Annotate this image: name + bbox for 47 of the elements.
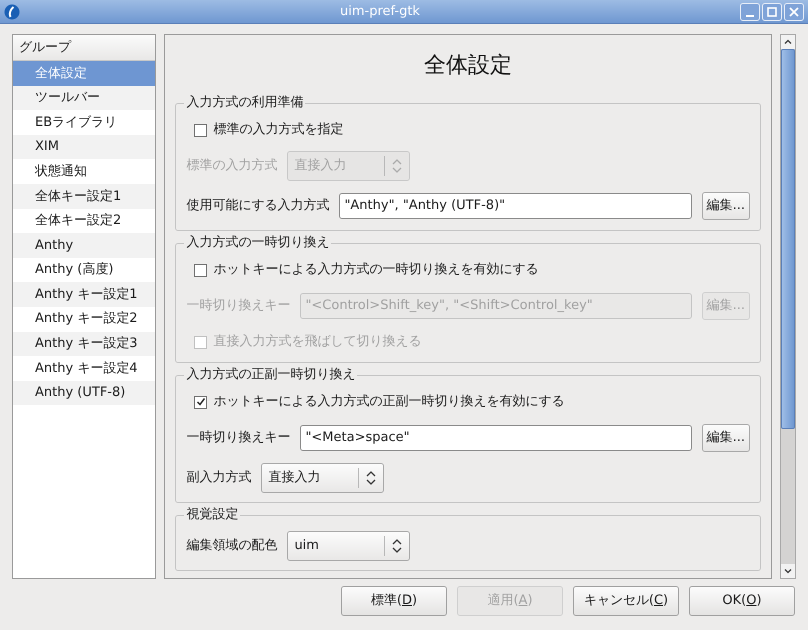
dialog-button[interactable]: OK(O) (689, 586, 795, 616)
scroll-thumb[interactable] (781, 49, 795, 429)
dialog-button[interactable]: 標準(D) (341, 586, 447, 616)
list-header: グループ (13, 35, 156, 61)
combo-box[interactable]: uim (287, 531, 410, 561)
minimize-button[interactable] (740, 2, 760, 20)
scroll-up-icon (781, 35, 795, 49)
combo-box[interactable]: 直接入力 (261, 463, 384, 493)
group-item[interactable]: Anthy キー設定1 (13, 282, 156, 307)
app-logo-icon (4, 4, 20, 20)
checkbox[interactable] (194, 396, 208, 408)
field-label: 標準の入力方式 (186, 157, 278, 176)
scrollbar[interactable] (780, 34, 796, 579)
checkbox-label: 直接入力方式を飛ばして切り換える (213, 333, 422, 352)
group-item[interactable]: XIM (13, 134, 156, 160)
close-icon (788, 6, 800, 18)
checkbox-label: 標準の入力方式を指定 (213, 121, 344, 140)
group-item[interactable]: ツールバー (13, 86, 156, 110)
combo-value: uim (293, 537, 320, 556)
combo-value: 直接入力 (267, 469, 322, 488)
page-title: 全体設定 (423, 52, 514, 80)
group-item[interactable]: Anthy (13, 233, 156, 258)
close-button[interactable] (784, 2, 804, 20)
edit-button[interactable]: 編集... (702, 192, 750, 220)
maximize-button[interactable] (762, 2, 782, 20)
field-label: 使用可能にする入力方式 (186, 197, 330, 216)
field-label: 一時切り換えキー (186, 297, 290, 316)
dialog-button[interactable]: キャンセル(C) (573, 586, 679, 616)
edit-button[interactable]: 編集... (702, 424, 750, 452)
group-item[interactable]: 全体キー設定1 (13, 184, 156, 209)
window-title: uim-pref-gtk (339, 2, 421, 21)
field-label: 編集領域の配色 (186, 537, 278, 556)
field-label: 副入力方式 (186, 469, 252, 488)
scroll-down-icon (781, 564, 795, 578)
checkbox[interactable] (194, 124, 208, 136)
field-label: 一時切り換えキー (186, 429, 290, 448)
group-item[interactable]: Anthy (UTF-8) (13, 380, 156, 406)
text-field[interactable]: "<Meta>space" (300, 425, 692, 451)
combo-value: 直接入力 (293, 157, 348, 176)
checkmark-icon (196, 397, 206, 407)
text-field[interactable]: "Anthy", "Anthy (UTF-8)" (339, 193, 692, 219)
checkbox-label: ホットキーによる入力方式の正副一時切り換えを有効にする (213, 393, 564, 412)
maximize-icon (766, 6, 778, 18)
checkbox[interactable] (194, 264, 208, 276)
checkbox-label: ホットキーによる入力方式の一時切り換えを有効にする (213, 261, 538, 280)
group-item[interactable]: Anthy キー設定3 (13, 332, 156, 356)
minimize-icon (746, 14, 754, 16)
